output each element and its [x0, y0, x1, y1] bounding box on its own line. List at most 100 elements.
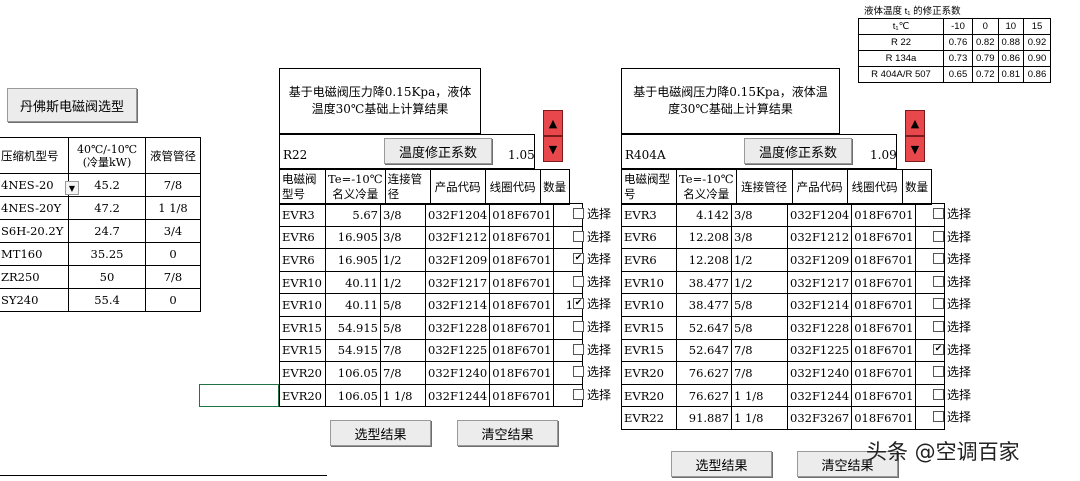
panel2-temp-correction-button[interactable]: 温度修正系数 [744, 138, 852, 164]
panel2-table-row: EVR1552.6477/8032F1225018F67018 [621, 338, 946, 363]
panel2-nominal-capacity-cell: 38.477 [676, 270, 732, 295]
panel2-spin-up-button[interactable]: ▲ [905, 110, 925, 136]
compressor-header-row: 压缩机型号 40℃/-10℃ (冷量kW) 液管管径 [0, 137, 201, 174]
compressor-model-cell[interactable]: 4NES-20 ▼ [0, 173, 79, 197]
panel2-select-checkbox[interactable]: 选择 [933, 363, 971, 380]
panel2-pipe-size-cell: 1/2 [731, 248, 788, 272]
panel2-product-code-cell: 032F1217 [786, 270, 853, 295]
panel1-temp-correction-button[interactable]: 温度修正系数 [384, 138, 492, 164]
compressor-model-cell: S6H-20.2Y [0, 219, 69, 243]
correction-cell: 0.73 [943, 50, 973, 67]
compressor-model-cell: MT160 [0, 242, 69, 266]
panel1-select-checkbox[interactable]: 选择 [573, 386, 611, 403]
panel1-product-code-cell: 032F1217 [424, 270, 491, 295]
panel2-product-code-cell: 032F1244 [786, 383, 853, 408]
panel2-select-checkbox[interactable]: 选择 [933, 386, 971, 403]
panel2-coil-code-cell: 018F6701 [851, 203, 917, 227]
panel2-coil-code-cell: 018F6701 [851, 248, 917, 272]
panel1-product-code-cell: 032F1225 [424, 338, 491, 363]
panel2-table-row: EVR2076.6271 1/8032F1244018F67010 [621, 383, 946, 408]
panel1-select-label: 选择 [587, 320, 612, 334]
panel1-pipe-size-cell: 5/8 [380, 293, 426, 317]
chevron-down-icon[interactable]: ▼ [65, 181, 79, 195]
panel1-valve-model-cell: EVR20 [279, 361, 326, 385]
panel2-table-row: EVR1552.6475/8032F1228018F67010 [621, 315, 946, 340]
correction-cell: 0.81 [997, 66, 1024, 83]
panel1-select-checkbox[interactable]: 选择 [573, 318, 611, 335]
panel2-select-label: 选择 [947, 297, 972, 312]
pipe-cell: 7/8 [145, 173, 201, 197]
panel2-pipe-size-cell: 1 1/8 [731, 406, 788, 430]
panel2-select-checkbox[interactable]: 选择 [933, 273, 971, 290]
compressor-model-header: 压缩机型号 [0, 137, 69, 174]
panel1-select-label: 选择 [587, 252, 612, 267]
panel1-select-checkbox[interactable]: ✔ 选择 [573, 250, 611, 267]
pipe-cell: 1 1/8 [145, 196, 201, 220]
panel1-table-row: EVR20106.051 1/8032F1244018F67010 [279, 383, 584, 408]
panel2-coil-code-cell: 018F6701 [851, 361, 917, 385]
panel2-valve-model-cell: EVR3 [621, 203, 677, 227]
correction-title: 液体温度 t₁ 的修正系数 [864, 6, 961, 17]
panel1-select-label: 选择 [587, 274, 612, 289]
panel2-coil-code-cell: 018F6701 [851, 315, 917, 340]
panel1-valve-model-cell: EVR20 [279, 383, 326, 408]
correction-cell: 0.72 [972, 66, 999, 83]
checkmark-icon: ✔ [933, 343, 944, 355]
watermark: 头条 @空调百家 [866, 440, 1020, 464]
panel2-select-checkbox[interactable]: 选择 [933, 295, 971, 312]
panel1-header-cell: 连接管径 [384, 169, 431, 205]
panel1-select-checkbox[interactable]: 选择 [573, 228, 611, 245]
panel2-nominal-capacity-cell: 52.647 [676, 338, 732, 363]
panel2-product-code-cell: 032F1240 [786, 361, 853, 385]
correction-cell: 0.79 [972, 50, 999, 67]
panel1-select-label: 选择 [587, 342, 612, 357]
panel2-select-checkbox[interactable]: 选择 [933, 408, 971, 425]
panel2-spin-down-button[interactable]: ▼ [905, 136, 925, 162]
panel2-select-checkbox[interactable]: 选择 [933, 205, 971, 222]
panel2-product-code-cell: 032F1212 [786, 225, 853, 250]
panel2-select-result-button[interactable]: 选型结果 [671, 451, 772, 477]
panel1-header-cell: Te=-10℃名义冷量 [325, 169, 386, 205]
compressor-row: S6H-20.2Y 24.7 3/4 [0, 219, 201, 243]
panel1-select-result-button[interactable]: 选型结果 [330, 420, 431, 446]
panel2-select-label: 选择 [947, 229, 972, 244]
panel1-spin-down-button[interactable]: ▼ [543, 136, 563, 162]
panel2-valve-model-cell: EVR20 [621, 361, 677, 385]
panel2-valve-model-cell: EVR22 [621, 406, 677, 430]
panel1-select-checkbox[interactable]: 选择 [573, 341, 611, 358]
danfoss-selection-button[interactable]: 丹佛斯电磁阀选型 [7, 88, 137, 122]
panel1-nominal-capacity-cell: 106.05 [325, 361, 381, 385]
panel2-valve-model-cell: EVR10 [621, 270, 677, 295]
panel2-product-code-cell: 032F1214 [786, 293, 853, 317]
panel2-select-checkbox[interactable]: 选择 [933, 228, 971, 245]
panel1-select-label: 选择 [587, 229, 612, 244]
panel1-clear-result-button[interactable]: 清空结果 [457, 420, 558, 446]
panel1-select-checkbox[interactable]: 选择 [573, 205, 611, 222]
panel2-select-checkbox[interactable]: 选择 [933, 250, 971, 267]
panel2-select-label: 选择 [947, 410, 972, 425]
panel2-select-checkbox[interactable]: ✔ 选择 [933, 341, 971, 358]
panel1-select-checkbox[interactable]: 选择 [573, 363, 611, 380]
panel1-spin-up-button[interactable]: ▲ [543, 110, 563, 136]
panel2-coil-code-cell: 018F6701 [851, 270, 917, 295]
panel2-pipe-size-cell: 1 1/8 [731, 383, 788, 408]
panel1-table-row: EVR1554.9155/8032F1228018F67012 [279, 315, 584, 340]
panel2-coil-code-cell: 018F6701 [851, 406, 917, 430]
panel2-title-box: 基于电磁阀压力降0.15Kpa，液体温度30℃基础上计算结果 [621, 68, 840, 134]
checkbox-icon [933, 411, 944, 423]
correction-cell: R 404A/R 507 [858, 66, 944, 83]
panel1-table-row: EVR35.673/8032F1204018F67014 [279, 203, 584, 227]
panel1-nominal-capacity-cell: 16.905 [325, 225, 381, 250]
panel1-select-checkbox[interactable]: ✔ 选择 [573, 295, 611, 312]
panel1-select-checkbox[interactable]: 选择 [573, 273, 611, 290]
panel2-select-checkbox[interactable]: 选择 [933, 318, 971, 335]
panel2-nominal-capacity-cell: 38.477 [676, 293, 732, 317]
panel1-valve-model-cell: EVR10 [279, 293, 326, 317]
panel2-product-code-cell: 032F1225 [786, 338, 853, 363]
checkbox-icon [573, 388, 584, 400]
active-cell[interactable] [199, 384, 279, 407]
panel1-table-row: EVR20106.057/8032F1240018F67012 [279, 361, 584, 385]
panel2-valve-model-cell: EVR15 [621, 338, 677, 363]
correction-cell: 0.92 [1023, 34, 1051, 51]
panel1-nominal-capacity-cell: 40.11 [325, 293, 381, 317]
